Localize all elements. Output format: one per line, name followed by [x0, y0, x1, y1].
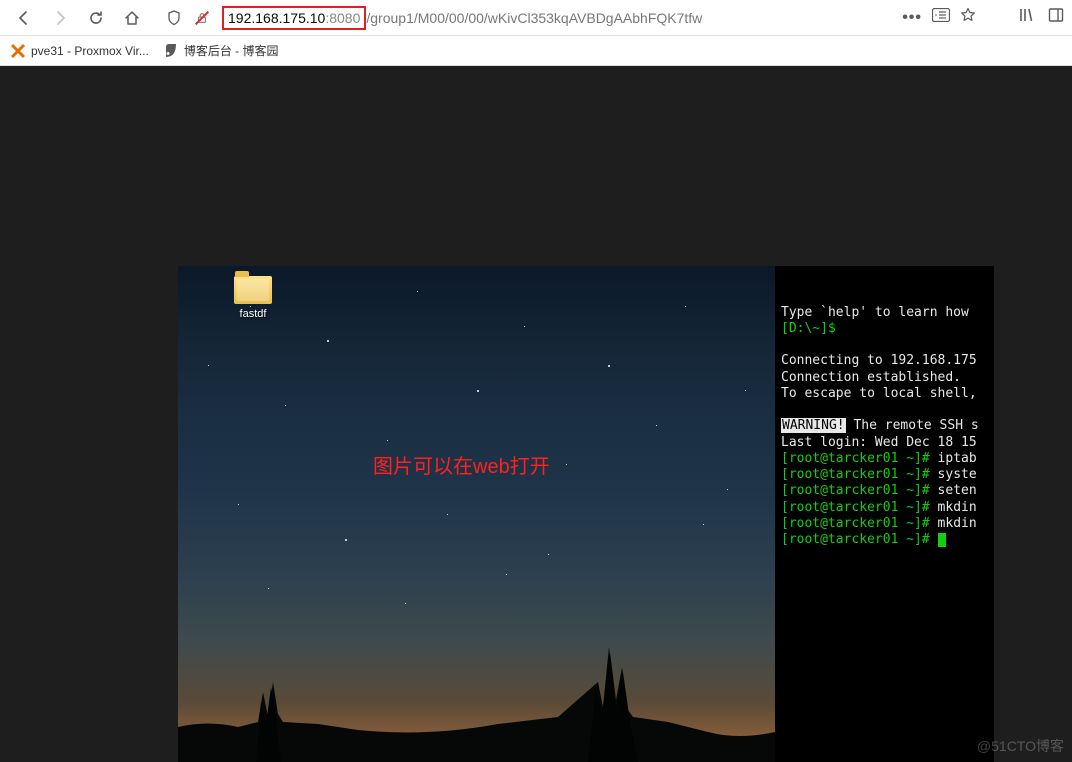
- term-line: To escape to local shell,: [781, 386, 977, 401]
- desktop-folder: fastdf: [234, 276, 272, 320]
- address-right-controls: •••: [902, 7, 976, 28]
- cnblogs-icon: [163, 43, 179, 59]
- page-content: fastdf 图片可以在web打开 Type `help' to learn h…: [0, 66, 1072, 762]
- home-button[interactable]: [116, 4, 148, 32]
- term-cmd: [930, 532, 938, 547]
- arrow-left-icon: [16, 10, 32, 26]
- bookmark-star-icon[interactable]: [960, 7, 976, 28]
- term-prompt: [root@tarcker01 ~]#: [781, 516, 930, 531]
- page-actions-icon[interactable]: •••: [902, 9, 922, 27]
- term-warning-label: WARNING!: [781, 418, 846, 433]
- bookmark-label: 博客后台 - 博客园: [184, 42, 279, 59]
- term-cmd: seten: [930, 483, 977, 498]
- watermark: @51CTO博客: [977, 736, 1064, 756]
- term-line: The remote SSH s: [846, 418, 979, 433]
- proxmox-icon: [10, 43, 26, 59]
- terminal-cursor: [938, 533, 946, 547]
- term-line: Last login: Wed Dec 18 15: [781, 435, 977, 450]
- browser-toolbar: 192.168.175.10:8080/group1/M00/00/00/wKi…: [0, 0, 1072, 36]
- toolbar-right-icons: [1018, 7, 1064, 28]
- term-cmd: mkdin: [930, 516, 977, 531]
- home-icon: [124, 10, 140, 26]
- shield-icon[interactable]: [160, 4, 188, 32]
- address-ip: 192.168.175.10: [228, 10, 325, 26]
- folder-label: fastdf: [234, 308, 272, 320]
- reader-mode-icon[interactable]: [932, 8, 950, 27]
- insecure-lock-icon[interactable]: [188, 4, 216, 32]
- terminal-panel: Type `help' to learn how [D:\~]$ Connect…: [775, 266, 994, 762]
- sidebar-icon[interactable]: [1048, 7, 1064, 28]
- bookmark-label: pve31 - Proxmox Vir...: [31, 44, 149, 58]
- term-line: Connection established.: [781, 370, 961, 385]
- term-prompt: [root@tarcker01 ~]#: [781, 467, 930, 482]
- term-cmd: iptab: [930, 451, 977, 466]
- term-prompt: [root@tarcker01 ~]#: [781, 532, 930, 547]
- term-cmd: syste: [930, 467, 977, 482]
- trees-silhouette: [178, 632, 775, 762]
- term-prompt: [root@tarcker01 ~]#: [781, 451, 930, 466]
- bookmark-item-cnblogs[interactable]: 博客后台 - 博客园: [163, 42, 279, 59]
- address-path: /group1/M00/00/00/wKivCl353kqAVBDgAAbhFQ…: [366, 10, 702, 26]
- address-bar[interactable]: 192.168.175.10:8080/group1/M00/00/00/wKi…: [216, 2, 902, 34]
- library-icon[interactable]: [1018, 7, 1034, 28]
- address-bar-container: 192.168.175.10:8080/group1/M00/00/00/wKi…: [160, 2, 976, 34]
- bookmark-item-proxmox[interactable]: pve31 - Proxmox Vir...: [10, 43, 149, 59]
- term-cmd: mkdin: [930, 500, 977, 515]
- desktop-wallpaper-area: fastdf 图片可以在web打开: [178, 266, 775, 762]
- reload-icon: [88, 10, 104, 26]
- term-prompt-local: [D:\~]$: [781, 321, 836, 336]
- ip-highlight: 192.168.175.10:8080: [222, 6, 366, 30]
- term-prompt: [root@tarcker01 ~]#: [781, 500, 930, 515]
- folder-icon: [234, 276, 272, 304]
- bookmarks-bar: pve31 - Proxmox Vir... 博客后台 - 博客园: [0, 36, 1072, 66]
- arrow-right-icon: [52, 10, 68, 26]
- image-caption: 图片可以在web打开: [373, 450, 550, 479]
- term-prompt: [root@tarcker01 ~]#: [781, 483, 930, 498]
- address-port: :8080: [325, 10, 360, 26]
- reload-button[interactable]: [80, 4, 112, 32]
- term-line: Type `help' to learn how: [781, 305, 969, 320]
- term-line: Connecting to 192.168.175: [781, 353, 977, 368]
- displayed-image: fastdf 图片可以在web打开 Type `help' to learn h…: [178, 266, 994, 762]
- forward-button[interactable]: [44, 4, 76, 32]
- back-button[interactable]: [8, 4, 40, 32]
